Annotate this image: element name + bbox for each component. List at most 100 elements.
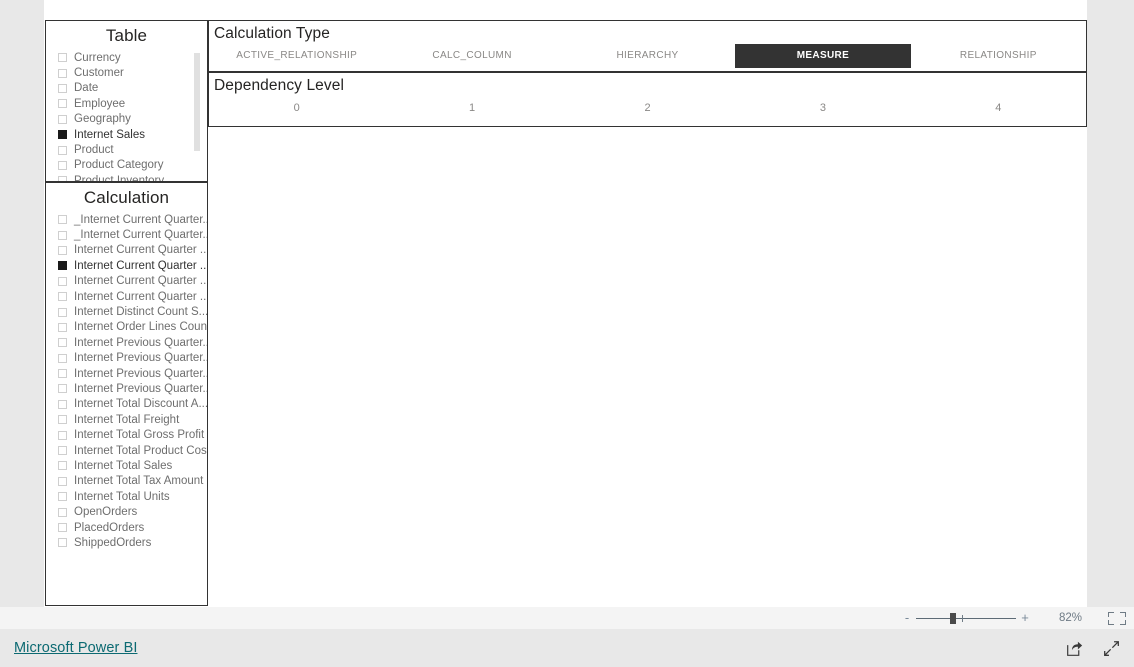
slicer-item[interactable]: _Internet Current Quarter... — [58, 212, 207, 227]
slicer-item[interactable]: Internet Previous Quarter... — [58, 335, 207, 350]
checkbox-icon[interactable] — [58, 292, 67, 302]
slicer-tile[interactable]: HIERARCHY — [560, 44, 735, 68]
slicer-item[interactable]: ShippedOrders — [58, 535, 207, 550]
checkbox-icon[interactable] — [58, 399, 67, 409]
slicer-item-label: _Internet Current Quarter... — [74, 213, 207, 226]
slicer-tile[interactable]: MEASURE — [735, 44, 911, 68]
slicer-item-label: Employee — [74, 97, 126, 110]
slicer-item-label: Product Inventory — [74, 174, 165, 181]
slicer-item[interactable]: Employee — [58, 96, 207, 111]
slicer-item[interactable]: Internet Total Tax Amount — [58, 474, 207, 489]
checkbox-icon[interactable] — [58, 507, 67, 517]
slicer-item[interactable]: PlacedOrders — [58, 520, 207, 535]
checkbox-icon[interactable] — [58, 145, 67, 155]
table-slicer-scrollbar[interactable] — [194, 53, 200, 151]
slicer-tile[interactable]: ACTIVE_RELATIONSHIP — [209, 44, 384, 68]
slicer-item-label: Internet Total Sales — [74, 459, 173, 472]
slicer-item[interactable]: Product Category — [58, 158, 207, 173]
slicer-item[interactable]: _Internet Current Quarter... — [58, 227, 207, 242]
checkbox-icon[interactable] — [58, 430, 67, 440]
checkbox-checked-icon[interactable] — [58, 261, 67, 271]
fit-to-page-icon[interactable] — [1108, 611, 1126, 625]
checkbox-icon[interactable] — [58, 353, 67, 363]
checkbox-icon[interactable] — [58, 53, 67, 63]
slicer-tile[interactable]: 3 — [735, 96, 910, 120]
slicer-tile[interactable]: CALC_COLUMN — [384, 44, 559, 68]
checkbox-icon[interactable] — [58, 461, 67, 471]
checkbox-icon[interactable] — [58, 523, 67, 532]
slicer-item[interactable]: Internet Total Discount A... — [58, 397, 207, 412]
slicer-item[interactable]: Internet Sales — [58, 127, 207, 142]
status-bar: - + 82% — [0, 607, 1134, 630]
zoom-slider-thumb[interactable] — [950, 613, 956, 624]
slicer-item[interactable]: Product — [58, 142, 207, 157]
zoom-in-button[interactable]: + — [1018, 611, 1032, 624]
slicer-item-label: Internet Current Quarter ... — [74, 275, 207, 288]
slicer-item[interactable]: Internet Total Product Cost — [58, 443, 207, 458]
checkbox-icon[interactable] — [58, 338, 67, 348]
slicer-item[interactable]: Internet Previous Quarter... — [58, 381, 207, 396]
slicer-tile[interactable]: 4 — [911, 96, 1086, 120]
checkbox-icon[interactable] — [58, 384, 67, 394]
calculation-slicer-list[interactable]: _Internet Current Quarter... _Internet Cu… — [46, 212, 207, 597]
checkbox-icon[interactable] — [58, 369, 67, 379]
checkbox-checked-icon[interactable] — [58, 130, 67, 140]
checkbox-icon[interactable] — [58, 476, 67, 486]
slicer-item[interactable]: Currency — [58, 50, 207, 65]
slicer-item[interactable]: Internet Total Gross Profit — [58, 427, 207, 442]
slicer-item[interactable]: Product Inventory — [58, 173, 207, 181]
slicer-item-label: Internet Total Product Cost — [74, 444, 207, 457]
slicer-item[interactable]: Internet Current Quarter ... — [58, 274, 207, 289]
checkbox-icon[interactable] — [58, 415, 67, 425]
slicer-item[interactable]: Geography — [58, 112, 207, 127]
calculation-type-items[interactable]: ACTIVE_RELATIONSHIP CALC_COLUMN HIERARCHY M… — [209, 44, 1086, 68]
slicer-item[interactable]: Internet Current Quarter ... — [58, 258, 207, 273]
checkbox-icon[interactable] — [58, 276, 67, 286]
slicer-item[interactable]: Internet Distinct Count S... — [58, 304, 207, 319]
slicer-tile[interactable]: 1 — [384, 96, 559, 120]
fullscreen-icon[interactable] — [1103, 640, 1120, 657]
checkbox-icon[interactable] — [58, 68, 67, 78]
slicer-tile[interactable]: 2 — [560, 96, 735, 120]
slicer-item[interactable]: Internet Current Quarter ... — [58, 289, 207, 304]
power-bi-report-page: Table Currency Customer Date Employee Geogra… — [0, 0, 1134, 667]
slicer-tile[interactable]: RELATIONSHIP — [911, 44, 1086, 68]
slicer-item[interactable]: Internet Total Sales — [58, 458, 207, 473]
checkbox-icon[interactable] — [58, 446, 67, 456]
zoom-slider[interactable] — [916, 613, 1016, 624]
checkbox-icon[interactable] — [58, 215, 67, 225]
slicer-item[interactable]: Internet Order Lines Count — [58, 320, 207, 335]
slicer-tile[interactable]: 0 — [209, 96, 384, 120]
slicer-item[interactable]: Internet Total Freight — [58, 412, 207, 427]
slicer-item[interactable]: OpenOrders — [58, 504, 207, 519]
slicer-item[interactable]: Internet Total Units — [58, 489, 207, 504]
checkbox-icon[interactable] — [58, 538, 67, 548]
slicer-item-label: Product Category — [74, 159, 164, 172]
checkbox-icon[interactable] — [58, 230, 67, 240]
slicer-item-label: Internet Previous Quarter... — [74, 336, 207, 349]
slicer-item[interactable]: Date — [58, 81, 207, 96]
checkbox-icon[interactable] — [58, 160, 67, 170]
slicer-item[interactable]: Internet Previous Quarter... — [58, 366, 207, 381]
dependency-level-items[interactable]: 01234 — [209, 96, 1086, 120]
slicer-item[interactable]: Internet Current Quarter ... — [58, 243, 207, 258]
checkbox-icon[interactable] — [58, 176, 67, 181]
checkbox-icon[interactable] — [58, 492, 67, 502]
slicer-item-label: Geography — [74, 113, 131, 126]
zoom-out-button[interactable]: - — [900, 611, 914, 624]
zoom-slider-tick — [962, 614, 963, 622]
share-icon[interactable] — [1066, 640, 1083, 657]
slicer-item-label: Internet Total Units — [74, 490, 170, 503]
checkbox-icon[interactable] — [58, 83, 67, 93]
checkbox-icon[interactable] — [58, 245, 67, 255]
checkbox-icon[interactable] — [58, 307, 67, 317]
table-slicer-list[interactable]: Currency Customer Date Employee Geography Int… — [46, 50, 207, 181]
checkbox-icon[interactable] — [58, 114, 67, 124]
slicer-item[interactable]: Customer — [58, 65, 207, 80]
slicer-item-label: Internet Current Quarter ... — [74, 259, 207, 272]
power-bi-brand-link[interactable]: Microsoft Power BI — [14, 640, 137, 656]
report-canvas: Table Currency Customer Date Employee Geogra… — [44, 0, 1087, 607]
slicer-item[interactable]: Internet Previous Quarter... — [58, 351, 207, 366]
checkbox-icon[interactable] — [58, 99, 67, 109]
checkbox-icon[interactable] — [58, 322, 67, 332]
